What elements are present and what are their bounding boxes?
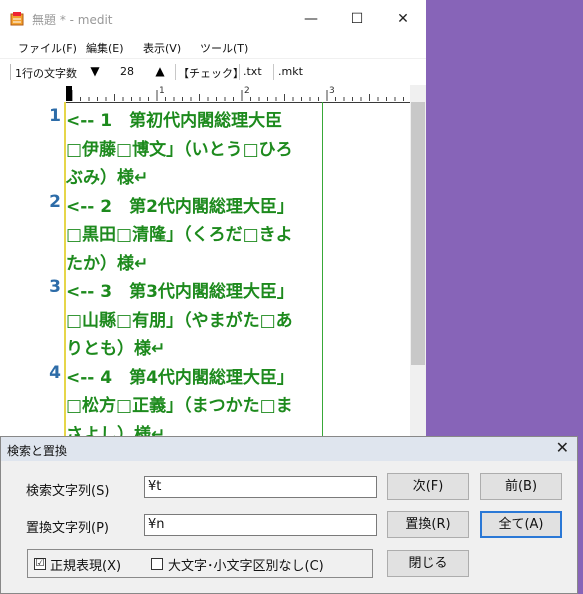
replace-all-button[interactable]: 全て(A) (480, 511, 562, 538)
line-width-field[interactable]: 28 (108, 62, 146, 82)
ruler-cursor-marker (66, 86, 72, 101)
txt-button[interactable]: .txt (243, 65, 262, 78)
toolbar-separator (239, 64, 240, 80)
text-row: □松方□正義」（まつかた□ま (66, 396, 293, 416)
dialog-close-icon[interactable]: ✕ (556, 438, 569, 457)
wrap-column-line (322, 102, 323, 436)
text-area[interactable]: <-- 1 第初代内閣総理大臣 □伊藤□博文」（いとう□ひろ ぶみ）様↵ <-- 2… (66, 102, 322, 436)
line-number: 4 (49, 362, 61, 383)
increase-width-button[interactable]: ▲ (153, 64, 167, 78)
search-input[interactable]: ¥t (144, 476, 377, 498)
replace-input[interactable]: ¥n (144, 514, 377, 536)
ruler-mark: 2 (244, 86, 250, 96)
app-icon (10, 12, 24, 26)
menu-tools[interactable]: ツール(T) (200, 40, 248, 56)
toolbar-separator (273, 64, 274, 80)
menu-edit[interactable]: 編集(E) (86, 40, 124, 56)
scrollbar-thumb[interactable] (411, 102, 425, 365)
prev-button[interactable]: 前(B) (480, 473, 562, 500)
close-dialog-button[interactable]: 閉じる (387, 550, 469, 577)
text-row: <-- 2 第2代内閣総理大臣」 (66, 196, 294, 217)
menu-file[interactable]: ファイル(F) (18, 40, 77, 56)
replace-button[interactable]: 置換(R) (387, 511, 469, 538)
text-row: □黒田□清隆」（くろだ□きよ (66, 225, 293, 245)
text-row: たか）様↵ (66, 253, 149, 274)
text-row: ぶみ）様↵ (66, 168, 149, 188)
find-replace-dialog: 検索と置換 ✕ 検索文字列(S) ¥t 次(F) 前(B) 置換文字列(P) ¥… (0, 436, 578, 594)
toolbar: 1行の文字数 ▼ 28 ▲ 【チェック】 .txt .mkt (0, 58, 426, 86)
text-row: <-- 1 第初代内閣総理大臣 (66, 111, 300, 131)
regex-label[interactable]: 正規表現(X) (50, 555, 121, 574)
regex-checkbox[interactable]: ☑ (34, 558, 46, 570)
dialog-title-bar[interactable]: 検索と置換 ✕ (1, 437, 577, 461)
close-button[interactable]: ✕ (380, 0, 426, 38)
toolbar-separator (175, 64, 176, 80)
text-row: <-- 4 第4代内閣総理大臣」 (66, 367, 294, 388)
chars-per-line-label: 1行の文字数 (15, 67, 77, 80)
menu-bar: ファイル(F) 編集(E) 表示(V) ツール(T) (0, 38, 426, 58)
editor[interactable]: 1 2 3 4 1 2 3 <-- 1 第初代内閣総理大臣 □伊藤□博文」（いとう□ひろぶ… (5, 85, 426, 436)
text-row: □山縣□有朋」（やまがた□あ (66, 310, 293, 331)
search-label: 検索文字列(S) (26, 484, 110, 499)
vertical-scrollbar[interactable] (410, 85, 426, 436)
ruler-mark: 1 (159, 86, 165, 96)
decrease-width-button[interactable]: ▼ (88, 64, 102, 78)
text-row: <-- 3 第3代内閣総理大臣」 (66, 282, 294, 302)
toolbar-grip (10, 64, 11, 80)
ruler-mark: 3 (329, 86, 335, 96)
ignore-case-label[interactable]: 大文字･小文字区別なし(C) (168, 555, 324, 574)
mkt-button[interactable]: .mkt (278, 65, 303, 78)
check-button[interactable]: 【チェック】 (178, 65, 244, 81)
line-number: 2 (49, 191, 61, 212)
line-number: 3 (49, 277, 61, 297)
ruler-ticks (66, 86, 404, 101)
options-group: ☑ 正規表現(X) 大文字･小文字区別なし(C) (27, 549, 373, 578)
line-number: 1 (49, 106, 61, 126)
next-button[interactable]: 次(F) (387, 473, 469, 500)
ignore-case-checkbox[interactable] (151, 558, 163, 570)
window-title: 無題 * - medit (32, 13, 113, 27)
line-number-gutter: 1 2 3 4 (5, 85, 64, 436)
text-row: さよし）様↵ (66, 424, 166, 437)
menu-view[interactable]: 表示(V) (143, 40, 181, 56)
maximize-button[interactable]: ☐ (334, 0, 380, 38)
text-row: □伊藤□博文」（いとう□ひろ (66, 139, 293, 160)
dialog-title: 検索と置換 (7, 444, 68, 458)
text-row: りとも）様↵ (66, 339, 166, 359)
minimize-button[interactable]: — (288, 0, 334, 38)
replace-label: 置換文字列(P) (26, 521, 109, 536)
title-bar[interactable]: 無題 * - medit — ☐ ✕ (0, 0, 426, 38)
ruler: 1 2 3 (66, 85, 410, 103)
